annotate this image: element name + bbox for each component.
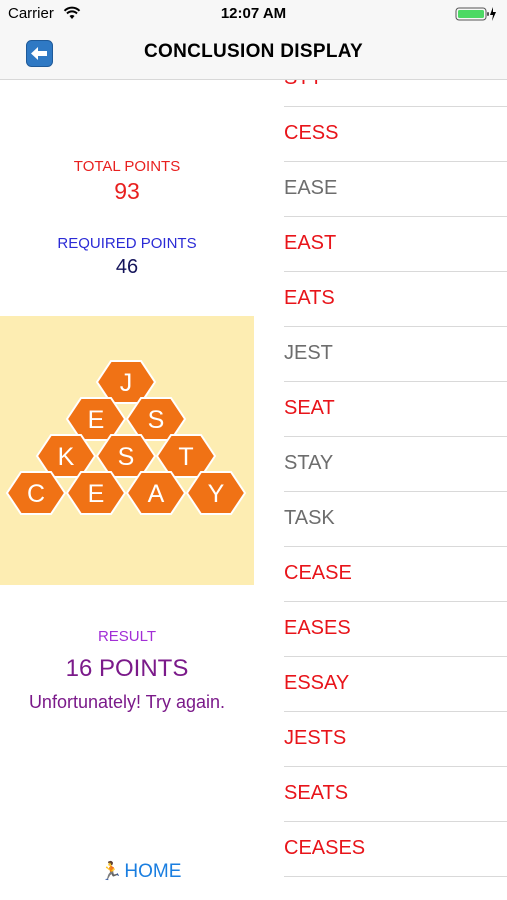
home-button[interactable]: 🏃 HOME	[100, 861, 181, 883]
hex-letter: J	[120, 369, 133, 397]
word-text: STY	[284, 80, 323, 90]
result-label: RESULT	[97, 628, 157, 645]
battery-icon	[455, 6, 497, 27]
hex-tile: Y	[185, 471, 247, 515]
hex-letter: S	[148, 406, 165, 434]
word-text: EASE	[284, 177, 338, 199]
word-text: EASES	[284, 617, 351, 639]
hex-tile: J	[95, 360, 157, 404]
word-row[interactable]: CESS	[284, 107, 507, 162]
total-points-label: TOTAL POINTS	[73, 158, 181, 175]
word-text: SEAT	[284, 397, 335, 419]
word-text: EAST	[284, 232, 337, 254]
word-list[interactable]: STY CESS EASE EAST EATS JEST SEAT STAY TASK CEASE…	[284, 80, 507, 900]
status-bar: Carrier 12:07 AM	[0, 0, 507, 28]
hex-tile: E	[65, 397, 127, 441]
word-text: STAY	[284, 452, 334, 474]
hex-letter: E	[88, 480, 105, 508]
result-message: Unfortunately! Try again.	[28, 692, 226, 712]
word-text: JEST	[284, 342, 333, 364]
hex-letter: A	[148, 480, 165, 508]
word-row[interactable]: CEASES	[284, 822, 507, 877]
status-time: 12:07 AM	[220, 5, 287, 22]
word-row[interactable]: SEATS	[284, 767, 507, 822]
word-text: JESTS	[284, 727, 347, 749]
word-text: ESSAY	[284, 672, 350, 694]
word-row[interactable]: EATS	[284, 272, 507, 327]
hex-pyramid: JE SK S TC E A Y	[5, 360, 247, 515]
hex-letter: S	[118, 443, 135, 471]
word-row[interactable]: TASK	[284, 492, 507, 547]
word-text: TASK	[284, 507, 335, 529]
hex-tile: K	[35, 434, 97, 478]
word-text: CEASES	[284, 837, 366, 859]
hex-tile: A	[125, 471, 187, 515]
word-text: CESS	[284, 122, 339, 144]
hex-letter: E	[88, 406, 105, 434]
hex-letter: C	[27, 480, 45, 508]
hex-letter: T	[178, 443, 193, 471]
word-text: SEATS	[284, 782, 349, 804]
word-row[interactable]: EASE	[284, 162, 507, 217]
hex-tile: S	[95, 434, 157, 478]
word-row[interactable]: EASES	[284, 602, 507, 657]
nav-bar: CONCLUSION DISPLAY	[0, 28, 507, 80]
word-text: EATS	[284, 287, 335, 309]
hex-tile: E	[65, 471, 127, 515]
hex-tile: T	[155, 434, 217, 478]
total-points-value: 93	[114, 178, 140, 204]
word-row[interactable]: JESTS	[284, 712, 507, 767]
word-row[interactable]: CEASE	[284, 547, 507, 602]
letter-board: JESKSTCEAY	[0, 316, 254, 585]
hex-tile: C	[5, 471, 67, 515]
result-points: 16 POINTS	[65, 655, 189, 682]
hex-letter: Y	[208, 480, 225, 508]
word-text: CEASE	[284, 562, 352, 584]
hex-tile: S	[125, 397, 187, 441]
runner-icon: 🏃	[100, 861, 123, 881]
page-title: CONCLUSION DISPLAY	[143, 41, 363, 62]
word-row[interactable]: EAST	[284, 217, 507, 272]
word-row[interactable]: SEAT	[284, 382, 507, 437]
required-points-value: 46	[115, 256, 139, 278]
word-row[interactable]: ESSAY	[284, 657, 507, 712]
word-row[interactable]: JEST	[284, 327, 507, 382]
required-points-label: REQUIRED POINTS	[57, 235, 197, 252]
word-row[interactable]: STY	[284, 80, 507, 107]
word-row[interactable]: STAY	[284, 437, 507, 492]
home-label: HOME	[124, 861, 182, 882]
hex-letter: K	[58, 443, 75, 471]
